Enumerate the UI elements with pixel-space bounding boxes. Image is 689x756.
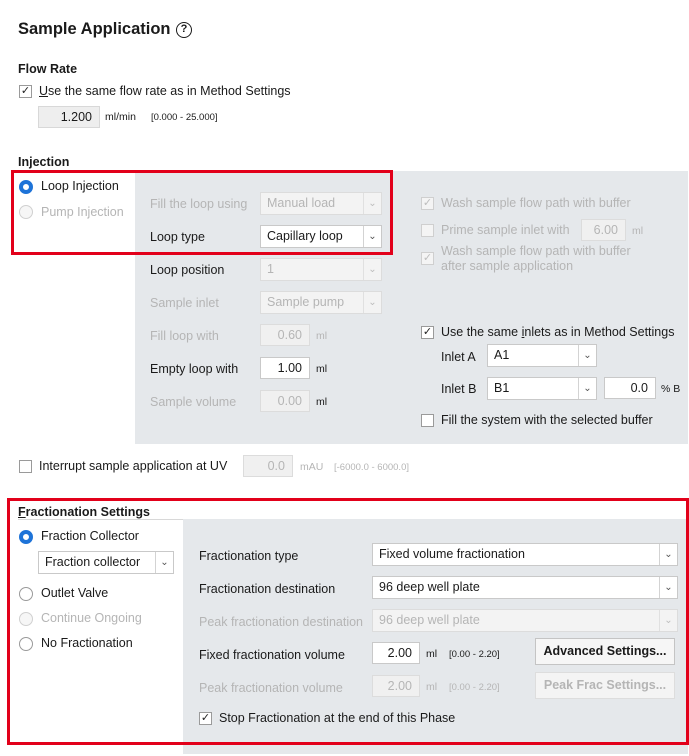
inlet-b-percent-unit: % B — [661, 383, 681, 395]
fill-loop-with-label: Fill loop with — [150, 329, 219, 343]
wash-flow-path-label: Wash sample flow path with buffer — [441, 196, 631, 210]
highlight-box — [7, 498, 689, 745]
chevron-down-icon: ⌄ — [363, 292, 381, 313]
chevron-down-icon: ⌄ — [363, 259, 381, 280]
loop-position-select[interactable]: 1 ⌄ — [260, 258, 382, 281]
inlet-b-label: Inlet B — [441, 382, 477, 396]
wash-flow-path-checkbox[interactable]: ✓ — [421, 197, 434, 210]
fill-loop-with-unit: ml — [316, 330, 328, 342]
prime-inlet-checkbox[interactable] — [421, 224, 434, 237]
chevron-down-icon: ⌄ — [578, 378, 596, 399]
inlet-b-percent-field[interactable]: 0.0 — [604, 377, 656, 399]
interrupt-uv-checkbox[interactable] — [19, 460, 32, 473]
empty-loop-with-field[interactable]: 1.00 — [260, 357, 310, 379]
sample-volume-unit: ml — [316, 396, 328, 408]
loop-position-label: Loop position — [150, 263, 225, 277]
page-title: Sample Application — [18, 20, 171, 38]
same-inlets-checkbox[interactable]: ✓ — [421, 326, 434, 339]
help-icon[interactable]: ? — [176, 22, 192, 38]
same-inlets-label: Use the same inlets as in Method Setting… — [441, 325, 675, 339]
fill-loop-with-field[interactable]: 0.60 — [260, 324, 310, 346]
fill-system-checkbox[interactable] — [421, 414, 434, 427]
prime-inlet-unit: ml — [632, 225, 644, 237]
highlight-box — [11, 170, 393, 255]
inlet-a-select[interactable]: A1 ⌄ — [487, 344, 597, 367]
same-flow-rate-label: Use the same flow rate as in Method Sett… — [39, 84, 291, 98]
chevron-down-icon: ⌄ — [578, 345, 596, 366]
wash-after-checkbox[interactable]: ✓ — [421, 252, 434, 265]
flow-rate-unit: ml/min — [105, 111, 136, 123]
injection-heading: Injection — [18, 155, 70, 169]
interrupt-uv-field[interactable]: 0.0 — [243, 455, 293, 477]
flow-rate-field[interactable]: 1.200 — [38, 106, 100, 128]
interrupt-uv-label: Interrupt sample application at UV — [39, 459, 228, 473]
empty-loop-with-label: Empty loop with — [150, 362, 239, 376]
interrupt-uv-unit: mAU — [300, 461, 324, 473]
prime-inlet-field[interactable]: 6.00 — [581, 219, 626, 241]
sample-volume-field[interactable]: 0.00 — [260, 390, 310, 412]
fill-system-label: Fill the system with the selected buffer — [441, 413, 653, 427]
sample-inlet-select[interactable]: Sample pump ⌄ — [260, 291, 382, 314]
prime-inlet-label: Prime sample inlet with — [441, 223, 570, 237]
inlet-a-label: Inlet A — [441, 350, 476, 364]
empty-loop-with-unit: ml — [316, 363, 328, 375]
inlet-b-select[interactable]: B1 ⌄ — [487, 377, 597, 400]
flow-rate-heading: Flow Rate — [18, 62, 78, 76]
interrupt-uv-range: [-6000.0 - 6000.0] — [334, 462, 409, 473]
flow-rate-range: [0.000 - 25.000] — [151, 112, 218, 123]
sample-inlet-label: Sample inlet — [150, 296, 219, 310]
sample-volume-label: Sample volume — [150, 395, 237, 409]
wash-after-label: Wash sample flow path with buffer after s… — [441, 244, 631, 273]
same-flow-rate-checkbox[interactable]: ✓ — [19, 85, 32, 98]
